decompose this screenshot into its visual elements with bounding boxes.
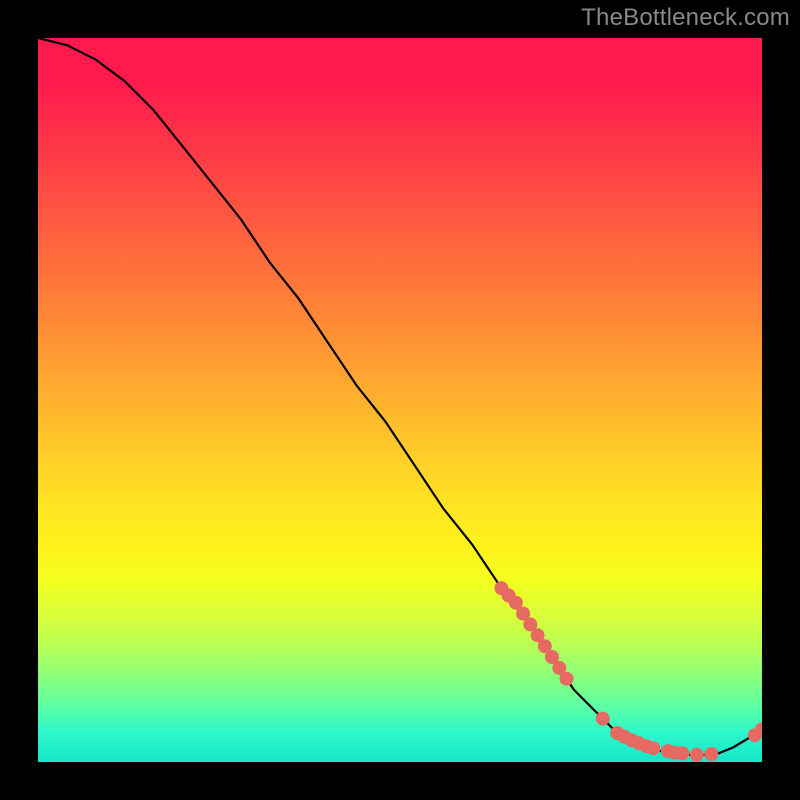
chart-frame: TheBottleneck.com bbox=[0, 0, 800, 800]
bottleneck-curve bbox=[38, 38, 762, 755]
highlight-dots-group bbox=[494, 581, 762, 762]
highlight-dot bbox=[675, 746, 689, 760]
highlight-dot bbox=[646, 741, 660, 755]
highlight-dot bbox=[596, 712, 610, 726]
highlight-dot bbox=[560, 672, 574, 686]
chart-overlay bbox=[38, 38, 762, 762]
highlight-dot bbox=[690, 748, 704, 762]
highlight-dot bbox=[704, 747, 718, 761]
watermark-text: TheBottleneck.com bbox=[581, 4, 790, 32]
plot-area bbox=[38, 38, 762, 762]
